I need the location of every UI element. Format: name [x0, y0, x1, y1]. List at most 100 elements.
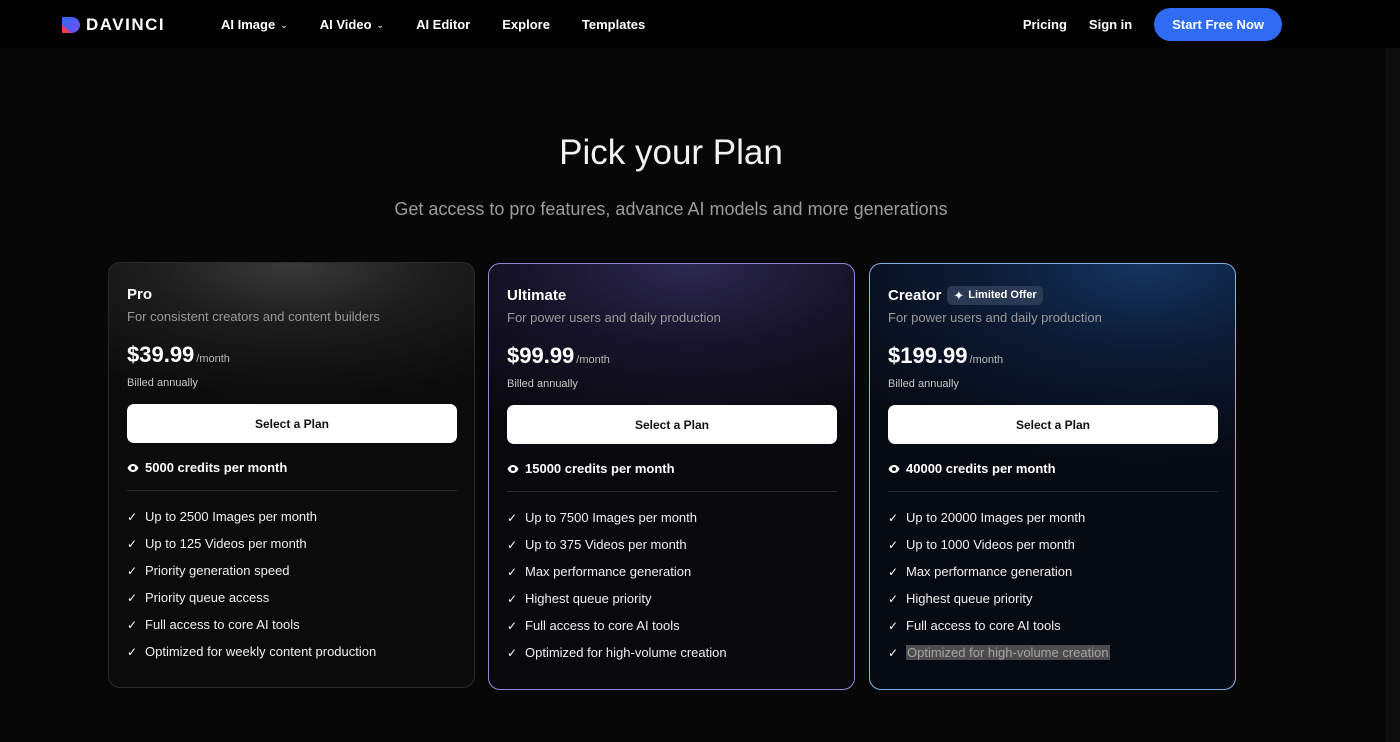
select-plan-button[interactable]: Select a Plan — [888, 405, 1218, 444]
feature-text: Up to 125 Videos per month — [145, 536, 307, 551]
check-icon: ✓ — [507, 591, 518, 606]
check-icon: ✓ — [127, 536, 138, 551]
brand-logo[interactable]: DAVINCI — [62, 15, 165, 35]
plan-description: For power users and daily production — [888, 310, 1102, 325]
feature-list: ✓ Up to 7500 Images per month ✓ Up to 375 … — [507, 504, 836, 666]
nav-templates-label: Templates — [581, 16, 646, 32]
check-icon: ✓ — [888, 510, 899, 525]
check-icon: ✓ — [127, 509, 138, 524]
check-icon: ✓ — [507, 537, 518, 552]
feature-text: Max performance generation — [525, 564, 692, 579]
plan-description: For consistent creators and content buil… — [127, 309, 380, 324]
feature-item: ✓ Optimized for high-volume creation — [507, 639, 836, 666]
chevron-down-icon: ⌄ — [280, 19, 288, 30]
nav-right: Pricing Sign in Start Free Now — [1023, 0, 1282, 48]
feature-text: Highest queue priority — [906, 591, 1033, 606]
plan-card-pro: Pro For consistent creators and content … — [108, 262, 475, 688]
feature-text: Full access to core AI tools — [145, 617, 300, 632]
credits-label: 40000 credits per month — [906, 461, 1056, 476]
sparkle-icon: ✦ — [953, 287, 965, 303]
divider — [507, 491, 837, 492]
nav-explore-label: Explore — [502, 16, 550, 32]
feature-text: Highest queue priority — [525, 591, 652, 606]
check-icon: ✓ — [888, 618, 899, 633]
feature-item: ✓ Full access to core AI tools — [888, 612, 1217, 639]
feature-text-selected: Optimized for high-volume creation — [906, 645, 1110, 660]
plan-name: Pro — [127, 285, 153, 303]
billing-note: Billed annually — [127, 377, 198, 389]
feature-text: Full access to core AI tools — [906, 618, 1061, 633]
feature-item: ✓ Highest queue priority — [507, 585, 836, 612]
feature-item: ✓ Optimized for weekly content production — [127, 638, 456, 665]
nav-links: AI Image ⌄ AI Video ⌄ AI Editor Explore … — [221, 0, 677, 48]
check-icon: ✓ — [127, 617, 138, 632]
check-icon: ✓ — [127, 644, 138, 659]
feature-list: ✓ Up to 2500 Images per month ✓ Up to 125 … — [127, 503, 456, 665]
nav-ai-image[interactable]: AI Image ⌄ — [221, 17, 288, 32]
top-nav: DAVINCI AI Image ⌄ AI Video ⌄ AI Editor … — [0, 0, 1400, 48]
nav-ai-image-label: AI Image — [221, 16, 276, 32]
nav-ai-editor[interactable]: AI Editor — [416, 17, 470, 32]
limited-offer-badge: ✦ Limited Offer — [947, 285, 1043, 305]
feature-text: Up to 375 Videos per month — [525, 537, 687, 552]
page: DAVINCI AI Image ⌄ AI Video ⌄ AI Editor … — [0, 0, 1400, 742]
feature-item: ✓ Up to 20000 Images per month — [888, 504, 1217, 531]
pricing-link[interactable]: Pricing — [1023, 17, 1067, 32]
divider — [888, 491, 1218, 492]
chevron-down-icon: ⌄ — [376, 19, 385, 30]
feature-item: ✓ Up to 1000 Videos per month — [888, 531, 1217, 558]
plan-price: $199.99 — [888, 343, 968, 368]
feature-text: Up to 2500 Images per month — [145, 509, 317, 524]
feature-text: Priority generation speed — [145, 563, 290, 578]
check-icon: ✓ — [507, 645, 518, 660]
feature-text: Up to 1000 Videos per month — [906, 537, 1075, 552]
plan-name: Ultimate — [507, 286, 567, 304]
nav-templates[interactable]: Templates — [582, 17, 645, 32]
plan-period: /month — [576, 354, 610, 366]
feature-text: Priority queue access — [145, 590, 270, 605]
feature-item: ✓ Priority queue access — [127, 584, 456, 611]
check-icon: ✓ — [507, 510, 518, 525]
feature-text: Max performance generation — [906, 564, 1073, 579]
davinci-logo-icon — [62, 17, 80, 33]
feature-item: ✓ Up to 375 Videos per month — [507, 531, 836, 558]
nav-ai-video[interactable]: AI Video ⌄ — [320, 17, 384, 32]
nav-explore[interactable]: Explore — [502, 17, 550, 32]
check-icon: ✓ — [888, 645, 899, 660]
feature-item: ✓ Up to 125 Videos per month — [127, 530, 456, 557]
check-icon: ✓ — [127, 563, 138, 578]
plan-period: /month — [969, 354, 1004, 366]
feature-item: ✓ Full access to core AI tools — [507, 612, 836, 639]
feature-item: ✓ Max performance generation — [507, 558, 836, 585]
plan-period: /month — [196, 353, 230, 365]
credits-row: 5000 credits per month — [127, 460, 456, 475]
feature-item: ✓ Full access to core AI tools — [127, 611, 456, 638]
feature-item: ✓ Highest queue priority — [888, 585, 1217, 612]
plan-name: Creator — [888, 286, 942, 304]
feature-text: Up to 7500 Images per month — [525, 510, 697, 525]
feature-item: ✓ Max performance generation — [888, 558, 1217, 585]
credits-row: 15000 credits per month — [507, 461, 836, 476]
feature-text: Optimized for weekly content production — [145, 644, 377, 659]
plan-card-creator: Creator ✦ Limited Offer For power users … — [869, 263, 1236, 690]
feature-item: ✓ Optimized for high-volume creation — [888, 639, 1217, 666]
brand-name: DAVINCI — [86, 15, 166, 34]
nav-ai-video-label: AI Video — [319, 16, 372, 32]
billing-note: Billed annually — [888, 378, 959, 390]
feature-list: ✓ Up to 20000 Images per month ✓ Up to 100… — [888, 504, 1217, 666]
badge-label: Limited Offer — [968, 289, 1037, 301]
signin-link[interactable]: Sign in — [1089, 17, 1132, 32]
start-free-button[interactable]: Start Free Now — [1154, 7, 1282, 41]
feature-item: ✓ Up to 2500 Images per month — [127, 503, 456, 530]
divider — [127, 490, 457, 491]
check-icon: ✓ — [127, 590, 138, 605]
select-plan-button[interactable]: Select a Plan — [127, 404, 457, 443]
plan-card-ultimate: Ultimate For power users and daily produ… — [488, 263, 855, 690]
eye-icon — [888, 464, 900, 473]
select-plan-button[interactable]: Select a Plan — [507, 405, 837, 444]
check-icon: ✓ — [888, 537, 899, 552]
feature-item: ✓ Priority generation speed — [127, 557, 456, 584]
scrollbar[interactable] — [1386, 48, 1400, 742]
check-icon: ✓ — [888, 564, 899, 579]
billing-note: Billed annually — [507, 378, 578, 390]
